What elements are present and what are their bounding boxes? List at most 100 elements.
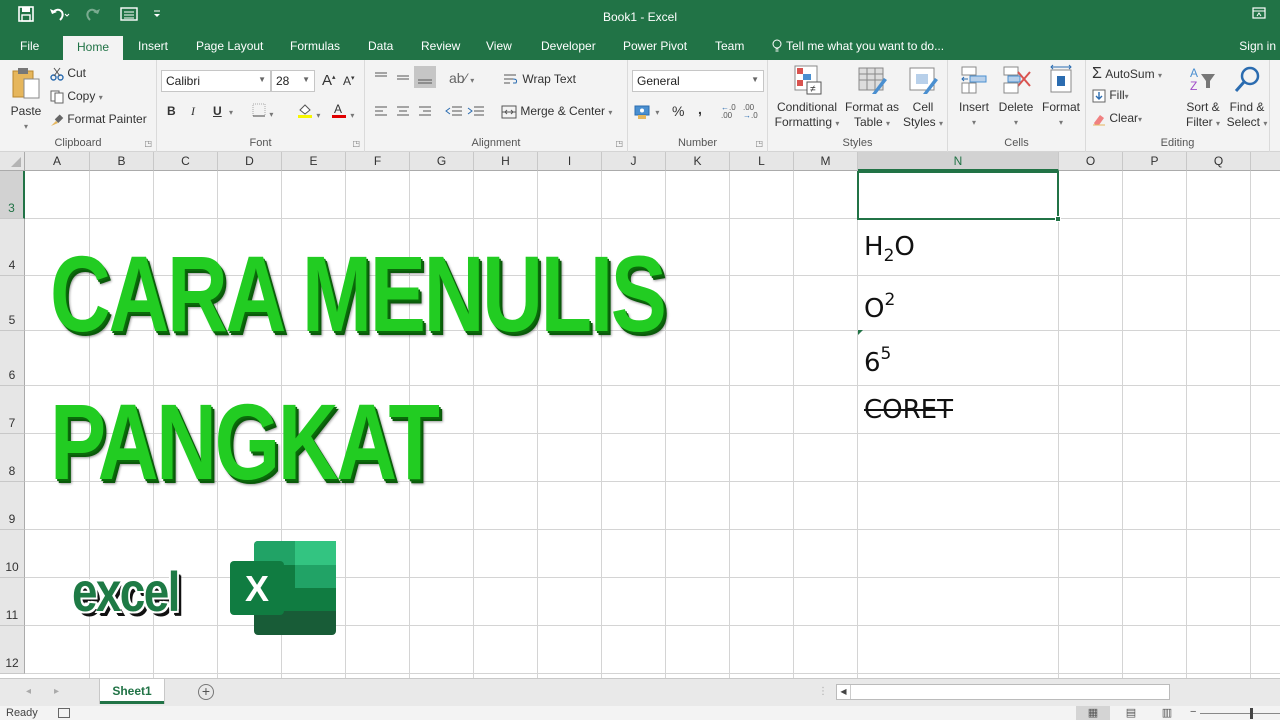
cell-n6[interactable]: 65 <box>864 344 891 378</box>
font-size-select[interactable]: 28 ▼ <box>271 70 315 92</box>
find-select-button[interactable]: Find & Select ▾ <box>1226 64 1268 131</box>
middle-align-button[interactable] <box>395 70 411 87</box>
macro-record-icon[interactable] <box>58 708 70 718</box>
tab-team[interactable]: Team <box>715 39 744 53</box>
wrap-text-button[interactable]: Wrap Text <box>503 72 576 87</box>
row-header-10[interactable]: 10 <box>0 530 25 578</box>
grow-font-button[interactable]: A▴ <box>322 72 336 89</box>
column-header-p[interactable]: P <box>1123 152 1187 171</box>
delete-cells-button[interactable]: Delete ▾ <box>998 64 1034 130</box>
tab-formulas[interactable]: Formulas <box>290 39 340 53</box>
increase-decimal-button[interactable]: ←.0.00 <box>721 104 736 120</box>
insert-cells-button[interactable]: Insert ▾ <box>956 64 992 130</box>
add-sheet-button[interactable]: + <box>198 684 214 700</box>
cell-n4[interactable]: H2O <box>864 232 915 266</box>
orientation-button[interactable]: ab⁄ ▾ <box>449 70 474 86</box>
select-all-button[interactable] <box>0 152 25 171</box>
cell-n7[interactable]: CORET <box>864 395 953 425</box>
column-header-m[interactable]: M <box>794 152 858 171</box>
page-layout-view-button[interactable]: ▤ <box>1114 706 1148 720</box>
column-header-h[interactable]: H <box>474 152 538 171</box>
page-break-view-button[interactable]: ▥ <box>1150 706 1184 720</box>
row-header-8[interactable]: 8 <box>0 434 25 482</box>
column-header-k[interactable]: K <box>666 152 730 171</box>
tell-me-search[interactable]: Tell me what you want to do... <box>772 39 944 53</box>
accounting-format-button[interactable]: ▾ <box>634 104 659 119</box>
format-as-table-button[interactable]: Format as Table ▾ <box>844 64 900 131</box>
column-header-l[interactable]: L <box>730 152 794 171</box>
tab-page-layout[interactable]: Page Layout <box>196 39 263 53</box>
tab-data[interactable]: Data <box>368 39 393 53</box>
row-header-9[interactable]: 9 <box>0 482 25 530</box>
column-header-c[interactable]: C <box>154 152 218 171</box>
selected-cell-n3[interactable] <box>857 171 1061 222</box>
tab-developer[interactable]: Developer <box>541 39 596 53</box>
merge-center-button[interactable]: Merge & Center ▾ <box>501 104 612 119</box>
fill-handle[interactable] <box>1055 216 1061 222</box>
column-header-o[interactable]: O <box>1059 152 1123 171</box>
worksheet-grid[interactable]: ABCDEFGHIJKLMNOPQ 3 4 5 6 7 8 9 10 11 12 H2O O2 6… <box>0 152 1280 678</box>
font-color-button[interactable]: A ▾ <box>331 102 354 121</box>
prev-sheet-icon[interactable]: ◂ <box>26 686 31 697</box>
row-header-3[interactable]: 3 <box>0 171 25 219</box>
sheet-tab-sheet1[interactable]: Sheet1 <box>100 679 164 704</box>
column-header-g[interactable]: G <box>410 152 474 171</box>
conditional-formatting-button[interactable]: ≠ Conditional Formatting ▾ <box>774 64 840 131</box>
shrink-font-button[interactable]: A▾ <box>343 74 355 88</box>
column-header-d[interactable]: D <box>218 152 282 171</box>
normal-view-button[interactable]: ▦ <box>1076 706 1110 720</box>
align-center-button[interactable] <box>395 104 411 121</box>
underline-dropdown[interactable]: ▾ <box>229 108 233 117</box>
font-name-select[interactable]: Calibri ▼ <box>161 70 271 92</box>
column-header-n[interactable]: N <box>858 152 1059 171</box>
format-cells-button[interactable]: Format ▾ <box>1040 64 1082 130</box>
row-header-5[interactable]: 5 <box>0 276 25 331</box>
tab-view[interactable]: View <box>486 39 512 53</box>
cell-styles-button[interactable]: Cell Styles ▾ <box>902 64 944 131</box>
copy-button[interactable]: Copy ▾ <box>50 89 103 104</box>
column-header-f[interactable]: F <box>346 152 410 171</box>
increase-indent-button[interactable] <box>467 104 485 121</box>
cut-button[interactable]: Cut <box>50 66 86 81</box>
top-align-button[interactable] <box>373 70 389 87</box>
column-header-i[interactable]: I <box>538 152 602 171</box>
column-header-a[interactable]: A <box>25 152 90 171</box>
next-sheet-icon[interactable]: ▸ <box>54 686 59 697</box>
cell-n5[interactable]: O2 <box>864 290 895 324</box>
clipboard-launcher-icon[interactable]: ◳ <box>144 139 152 148</box>
tab-review[interactable]: Review <box>421 39 460 53</box>
row-header-7[interactable]: 7 <box>0 386 25 434</box>
row-header-4[interactable]: 4 <box>0 219 25 276</box>
percent-style-button[interactable]: % <box>672 103 684 119</box>
fill-button[interactable]: Fill▾ <box>1092 88 1129 103</box>
borders-button[interactable]: ▾ <box>252 103 273 120</box>
column-header-q[interactable]: Q <box>1187 152 1251 171</box>
bold-button[interactable]: B <box>167 104 176 118</box>
scroll-left-icon[interactable]: ◀ <box>837 685 851 699</box>
column-header-r[interactable] <box>1251 152 1280 171</box>
number-format-select[interactable]: General ▼ <box>632 70 764 92</box>
tab-file[interactable]: File <box>20 39 39 53</box>
error-indicator-icon[interactable] <box>858 330 863 335</box>
align-right-button[interactable] <box>417 104 433 121</box>
ribbon-display-options-icon[interactable] <box>1252 6 1266 22</box>
column-header-b[interactable]: B <box>90 152 154 171</box>
fill-color-button[interactable]: ▾ <box>297 102 320 121</box>
paste-button[interactable]: Paste ▾ <box>8 66 44 134</box>
bottom-align-button[interactable] <box>414 66 436 88</box>
zoom-slider[interactable] <box>1200 713 1280 714</box>
italic-button[interactable]: I <box>191 104 195 119</box>
autosum-button[interactable]: Σ AutoSum ▾ <box>1092 65 1162 83</box>
tab-insert[interactable]: Insert <box>138 39 168 53</box>
zoom-out-icon[interactable]: − <box>1190 706 1196 718</box>
comma-style-button[interactable]: , <box>698 101 702 117</box>
horizontal-scrollbar[interactable]: ◀ <box>836 684 1170 700</box>
row-header-11[interactable]: 11 <box>0 578 25 626</box>
tab-home[interactable]: Home <box>63 36 124 60</box>
zoom-slider-thumb[interactable] <box>1250 708 1253 719</box>
sign-in-link[interactable]: Sign in <box>1239 39 1276 53</box>
decrease-decimal-button[interactable]: .00 →.0 <box>743 104 758 120</box>
column-header-e[interactable]: E <box>282 152 346 171</box>
alignment-launcher-icon[interactable]: ◳ <box>615 139 623 148</box>
tab-split-handle[interactable]: ⋮ <box>818 686 828 697</box>
